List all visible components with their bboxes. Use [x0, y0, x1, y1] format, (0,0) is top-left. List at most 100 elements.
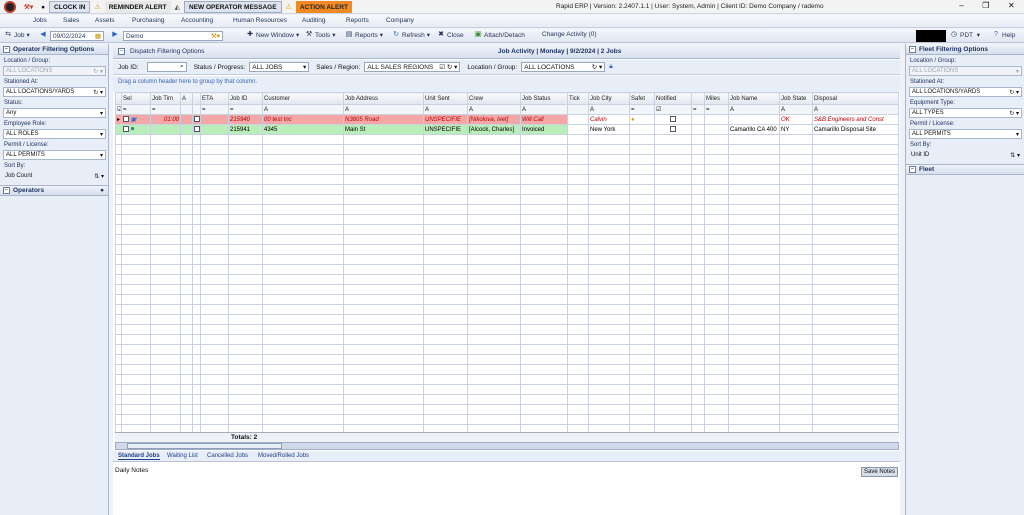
tools-button[interactable]: ⚒ Tools ▾	[305, 31, 336, 39]
clock-in-button[interactable]: CLOCK IN	[49, 1, 91, 13]
filter-cell[interactable]: =	[228, 104, 263, 115]
fleet-sort-select[interactable]: Unit ID ⇅ ▾	[909, 150, 1022, 160]
status-select[interactable]: Any ▾	[3, 108, 106, 118]
filter-cell[interactable]: A	[262, 104, 344, 115]
col-eta[interactable]: ETA	[200, 92, 229, 105]
filter-cell[interactable]: =	[704, 104, 729, 115]
menu-jobs[interactable]: Jobs	[33, 17, 47, 24]
search-icon[interactable]: ⌕	[180, 63, 184, 71]
col-tick[interactable]: Tick	[567, 92, 589, 105]
col-job-state[interactable]: Job State	[779, 92, 813, 105]
filter-cell[interactable]: =	[150, 104, 181, 115]
equipment-type-select[interactable]: ALL TYPES ↻ ▾	[909, 108, 1022, 118]
row-checkbox[interactable]	[194, 116, 200, 123]
daily-notes-area[interactable]: Daily Notes	[113, 463, 900, 515]
menu-accounting[interactable]: Accounting	[181, 17, 213, 24]
date-field[interactable]: 09/02/2024 ▦	[50, 31, 104, 41]
filter-cell[interactable]: A	[520, 104, 568, 115]
location-select[interactable]: ALL LOCATIONS ↻ ▾	[3, 66, 106, 76]
collapse-icon[interactable]: −	[3, 187, 10, 194]
tab-cancelled-jobs[interactable]: Cancelled Jobs	[207, 453, 248, 459]
close-icon[interactable]: ✕	[1008, 1, 1015, 10]
col-job-status[interactable]: Job Status	[520, 92, 568, 105]
collapse-icon[interactable]: −	[909, 45, 916, 53]
filter-cell[interactable]: A	[467, 104, 521, 115]
prev-date-button[interactable]: ◀	[39, 31, 47, 39]
reports-button[interactable]: ▤ Reports ▾	[345, 31, 383, 39]
filter-cell[interactable]	[192, 104, 201, 115]
row-checkbox[interactable]	[123, 126, 129, 133]
close-button[interactable]: ✖ Close	[437, 31, 464, 39]
filter-cell[interactable]: =	[121, 104, 151, 115]
reminder-alert-button[interactable]: REMINDER ALERT	[104, 1, 171, 13]
filter-cell[interactable]: A	[588, 104, 630, 115]
menu-sales[interactable]: Sales	[63, 17, 79, 24]
restore-icon[interactable]: ❐	[982, 1, 989, 10]
fleet-stationed-select[interactable]: ALL LOCATIONS/YARDS ↻ ▾	[909, 87, 1022, 97]
col-blank-1[interactable]	[192, 92, 201, 105]
filter-cell[interactable]: A	[812, 104, 899, 115]
filter-cell[interactable]: A	[423, 104, 468, 115]
col-crew[interactable]: Crew	[467, 92, 521, 105]
col-job-id[interactable]: Job ID	[228, 92, 263, 105]
col-job-address[interactable]: Job Address	[343, 92, 424, 105]
row-checkbox[interactable]	[194, 126, 200, 133]
col-unit-sent[interactable]: Unit Sent	[423, 92, 468, 105]
change-activity-button[interactable]: Change Activity (0)	[542, 31, 597, 38]
menu-auditing[interactable]: Auditing	[302, 17, 326, 24]
new-window-button[interactable]: ✚ New Window ▾	[246, 31, 299, 39]
col-safety[interactable]: Safet	[629, 92, 655, 105]
select-cell[interactable]: ▣	[121, 114, 151, 125]
save-notes-button[interactable]: Save Notes	[861, 467, 898, 477]
tab-waiting-list[interactable]: Waiting List	[167, 453, 198, 459]
job-id-input[interactable]: ⌕	[146, 62, 187, 72]
col-customer[interactable]: Customer	[262, 92, 344, 105]
sort-az-icon[interactable]: ⇅ ▾	[1010, 152, 1020, 159]
col-job-time[interactable]: Job Tim	[150, 92, 181, 105]
location-group-select[interactable]: ALL LOCATIONS ↻ ▾	[521, 62, 606, 72]
sort-select[interactable]: Job Count ⇅ ▾	[3, 171, 106, 181]
fleet-filter-header[interactable]: − Fleet Filtering Options	[906, 44, 1024, 55]
fleet-header[interactable]: − Fleet	[906, 164, 1024, 175]
table-row[interactable]: ▸ ▣ 01:00 215940 00 test Inc N3805 Road …	[115, 114, 899, 125]
menu-purchasing[interactable]: Purchasing	[132, 17, 165, 24]
new-operator-message-button[interactable]: NEW OPERATOR MESSAGE	[184, 1, 282, 13]
refresh-icon[interactable]: ↻ ▾	[1009, 89, 1019, 96]
row-checkbox[interactable]	[123, 116, 129, 123]
bell-icon[interactable]: ●	[37, 1, 49, 13]
attach-detach-button[interactable]: ▣ Attach/Detach	[474, 31, 525, 39]
refresh-icon[interactable]: ↻ ▾	[1009, 110, 1019, 117]
calendar-icon[interactable]: ▦	[95, 32, 101, 40]
filter-cell[interactable]	[567, 104, 589, 115]
status-progress-select[interactable]: ALL JOBS ▾	[249, 62, 310, 72]
table-row[interactable]: ■ 215941 4345 Main St UNSPECIFIE [Alcock…	[115, 124, 899, 135]
filter-cell[interactable]	[180, 104, 193, 115]
filter-row[interactable]: ☑====AAAAAA=☑==AAA	[115, 104, 899, 115]
col-job-name[interactable]: Job Name	[728, 92, 780, 105]
job-dropdown[interactable]: ⇆ Job ▾	[4, 31, 30, 39]
filter-cell[interactable]: ☑	[654, 104, 692, 115]
tab-moved-rolled-jobs[interactable]: Moved/Rolled Jobs	[258, 453, 309, 459]
refresh-icon[interactable]: ↻ ▾	[592, 63, 603, 71]
checkbox-refresh-icon[interactable]: ☑ ↻ ▾	[439, 63, 457, 71]
collapse-icon[interactable]: −	[909, 166, 916, 173]
action-alert-button[interactable]: ACTION ALERT	[295, 1, 352, 13]
tab-standard-jobs[interactable]: Standard Jobs	[118, 453, 160, 460]
filter-cell[interactable]: A	[343, 104, 424, 115]
help-button[interactable]: ? Help	[992, 31, 1015, 39]
stationed-select[interactable]: ALL LOCATIONS/YARDS ↻ ▾	[3, 87, 106, 97]
collapse-icon[interactable]: −	[3, 45, 10, 53]
minimize-icon[interactable]: –	[959, 1, 963, 10]
menu-company[interactable]: Company	[386, 17, 414, 24]
collapse-icon[interactable]: −	[118, 47, 125, 55]
next-date-button[interactable]: ▶	[111, 31, 119, 39]
permit-select[interactable]: ALL PERMITS ▾	[3, 150, 106, 160]
filter-cell[interactable]: =	[629, 104, 655, 115]
filter-cell[interactable]: =	[200, 104, 229, 115]
col-disposal[interactable]: Disposal	[812, 92, 899, 105]
operator-filter-header[interactable]: − Operator Filtering Options	[0, 44, 108, 55]
menu-assets[interactable]: Assets	[95, 17, 115, 24]
menu-reports[interactable]: Reports	[346, 17, 369, 24]
role-select[interactable]: ALL ROLES ▾	[3, 129, 106, 139]
horizontal-scroll-thumb[interactable]	[127, 443, 282, 449]
